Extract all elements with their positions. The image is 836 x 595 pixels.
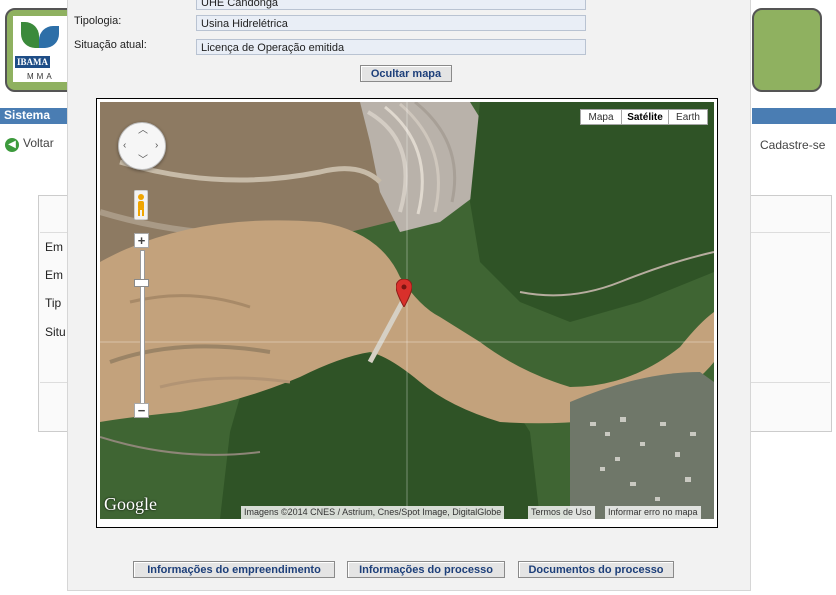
zoom-out-button[interactable]: − (134, 403, 149, 418)
pan-down-icon[interactable]: ﹀ (138, 156, 148, 166)
satellite-map[interactable]: Mapa Satélite Earth ︿ ﹀ ‹ › + − Google I… (100, 102, 714, 519)
register-link[interactable]: Cadastre-se (760, 138, 825, 152)
pan-up-icon[interactable]: ︿ (138, 126, 148, 136)
leaf-icon (21, 22, 39, 48)
tipologia-value: Usina Hidrelétrica (196, 15, 586, 31)
pegman-icon[interactable] (134, 190, 148, 220)
project-name-value: UHE Candonga (196, 0, 586, 10)
satellite-imagery (100, 102, 714, 519)
map-type-mapa[interactable]: Mapa (580, 109, 622, 125)
bg-label-3: Tip (45, 296, 62, 310)
tipologia-label: Tipologia: (74, 15, 122, 27)
pan-left-icon[interactable]: ‹ (123, 141, 126, 151)
logo-text: IBAMA (15, 56, 50, 68)
zoom-slider-thumb[interactable] (134, 279, 149, 287)
project-info-button[interactable]: Informações do empreendimento (133, 561, 335, 578)
zoom-in-button[interactable]: + (134, 233, 149, 248)
map-marker-icon[interactable] (396, 279, 412, 307)
header-banner (752, 8, 822, 92)
water-icon (39, 26, 59, 48)
terms-link[interactable]: Termos de Uso (528, 506, 595, 519)
process-info-button[interactable]: Informações do processo (347, 561, 505, 578)
map-attribution: Imagens ©2014 CNES / Astrium, Cnes/Spot … (241, 506, 505, 519)
google-logo[interactable]: Google (104, 494, 157, 515)
back-link[interactable]: ◀ Voltar (5, 136, 54, 152)
bg-label-1: Em (45, 240, 63, 254)
report-error-link[interactable]: Informar erro no mapa (605, 506, 701, 519)
project-details-modal: UHE Candonga Tipologia: Usina Hidrelétri… (68, 0, 750, 590)
pan-control[interactable]: ︿ ﹀ ‹ › (118, 122, 166, 170)
back-link-label: Voltar (23, 136, 54, 150)
status-value: Licença de Operação emitida (196, 39, 586, 55)
back-arrow-icon: ◀ (5, 138, 19, 152)
zoom-slider[interactable] (140, 250, 145, 412)
bg-label-2: Em (45, 268, 63, 282)
system-title: Sistema (4, 108, 51, 122)
pan-right-icon[interactable]: › (155, 141, 158, 151)
process-documents-button[interactable]: Documentos do processo (518, 561, 674, 578)
status-label: Situação atual: (74, 39, 147, 51)
logo-subtext: MMA (27, 72, 55, 81)
hide-map-button[interactable]: Ocultar mapa (360, 65, 452, 82)
map-type-earth[interactable]: Earth (668, 109, 708, 125)
bg-label-4: Situ (45, 325, 66, 339)
map-type-satelite[interactable]: Satélite (621, 109, 669, 125)
nav-bar-right (752, 108, 836, 124)
